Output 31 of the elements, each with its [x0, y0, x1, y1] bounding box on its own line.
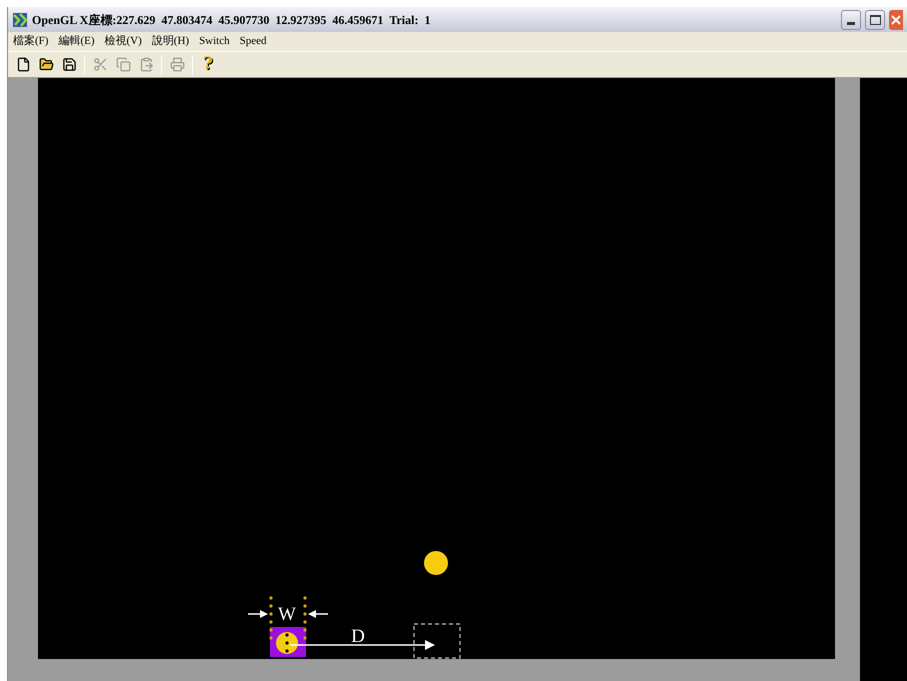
- menu-item[interactable]: 檢視(V): [104, 33, 142, 50]
- dotted-boundary-line: [303, 596, 307, 640]
- menu-item[interactable]: 編輯(E): [58, 33, 94, 50]
- clipboard-icon: [138, 57, 154, 72]
- save-icon: [62, 57, 76, 72]
- minimize-icon: [847, 22, 855, 24]
- printer-icon: [170, 57, 184, 72]
- menu-item[interactable]: Speed: [240, 33, 267, 50]
- copy-icon: [116, 57, 130, 72]
- distance-label: D: [351, 626, 365, 647]
- goal-target: [413, 623, 461, 659]
- menu-item[interactable]: 檔案(F): [13, 33, 48, 50]
- close-icon: [891, 14, 901, 24]
- start-target: [270, 627, 306, 657]
- dotted-center-line: [285, 633, 289, 653]
- folder-icon: [38, 57, 54, 72]
- minimize-button[interactable]: [841, 10, 861, 30]
- ball: [424, 551, 448, 575]
- width-label: W: [278, 604, 296, 625]
- maximize-button[interactable]: [865, 10, 885, 30]
- app-icon: [12, 12, 28, 28]
- maximize-icon: [870, 14, 880, 24]
- width-arrow: [308, 610, 328, 618]
- menu-item[interactable]: Switch: [199, 33, 230, 50]
- width-arrow: [248, 610, 268, 618]
- dotted-boundary-line: [269, 596, 273, 640]
- menu-item[interactable]: 說明(H): [152, 33, 190, 50]
- close-button[interactable]: [889, 10, 903, 30]
- file-icon: [16, 57, 30, 72]
- scissors-icon: [92, 57, 108, 72]
- window-title: OpenGL X座標:227.629 47.803474 45.907730 12.927395 46.459671 Trial: 1: [32, 12, 430, 28]
